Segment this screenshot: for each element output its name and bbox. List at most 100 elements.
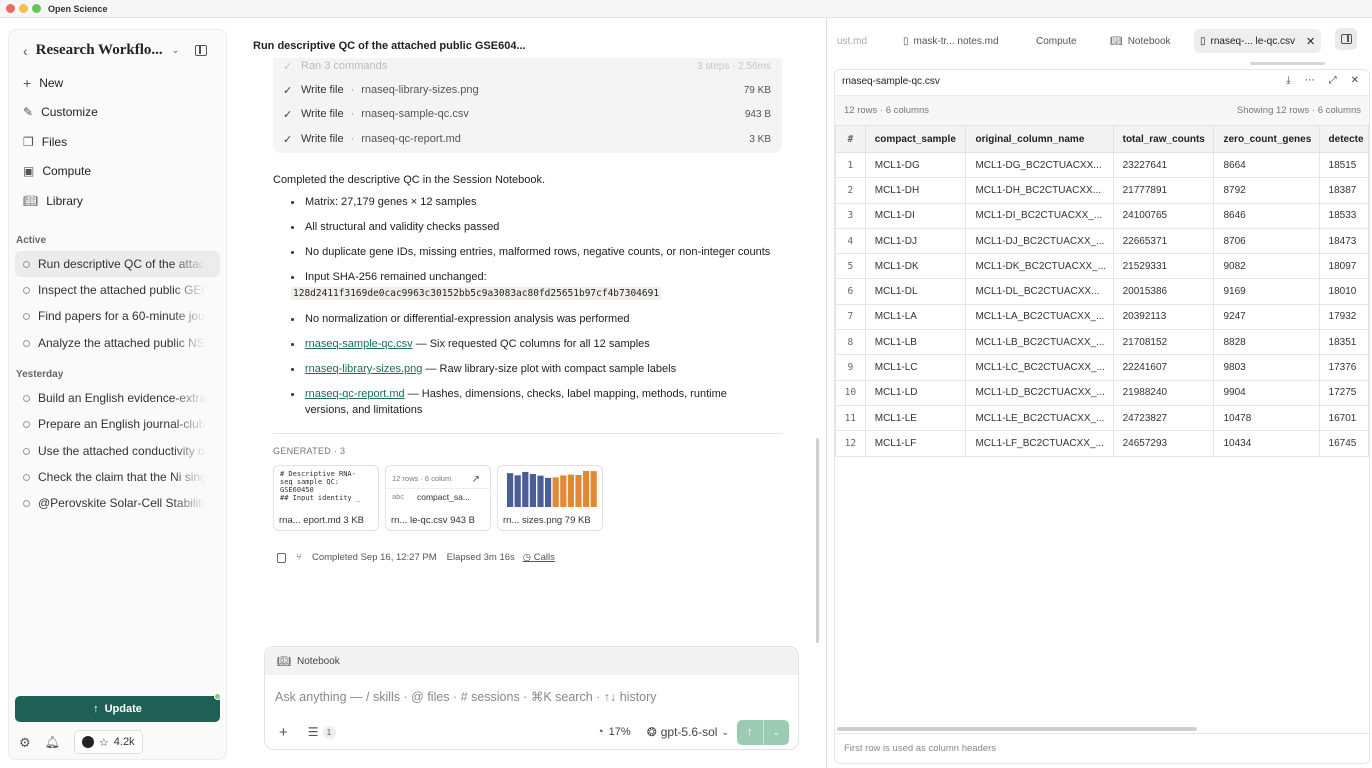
table-row[interactable]: 3 MCL1-DI MCL1-DI_BC2CTUACXX_... 24100765 86… <box>835 202 1369 229</box>
table-cell[interactable]: MCL1-DH_BC2CTUACXX... <box>965 177 1114 204</box>
zoom-window-button[interactable] <box>32 4 41 13</box>
table-cell[interactable]: 8792 <box>1213 177 1320 204</box>
nav-files[interactable]: ❐ Files <box>21 127 221 157</box>
table-cell[interactable]: MCL1-DG_BC2CTUACXX... <box>965 151 1114 179</box>
table-cell[interactable]: MCL1-DI_BC2CTUACXX_... <box>965 202 1114 229</box>
tab-compute[interactable]: Compute <box>1030 29 1083 53</box>
table-cell[interactable]: 9803 <box>1213 354 1320 381</box>
conversation-item[interactable]: Prepare an English journal-club summary <box>15 411 220 437</box>
row-number[interactable]: 1 <box>835 151 866 179</box>
table-row[interactable]: 5 MCL1-DK MCL1-DK_BC2CTUACXX_... 21529331 90… <box>835 253 1369 280</box>
write-file-row[interactable]: ✓ Write file · rnaseq-library-sizes.png … <box>283 78 771 102</box>
message-input[interactable]: Ask anything — / skills · @ files · # se… <box>275 689 657 704</box>
copy-icon[interactable] <box>277 552 286 563</box>
table-cell[interactable]: 24657293 <box>1112 430 1215 457</box>
table-cell[interactable]: MCL1-DH <box>864 177 967 204</box>
column-header[interactable]: # <box>835 125 866 153</box>
table-row[interactable]: 8 MCL1-LB MCL1-LB_BC2CTUACXX_... 21708152 88… <box>835 329 1369 356</box>
tab-notebook[interactable]: 📖︎ Notebook <box>1104 29 1177 53</box>
tab-mask-notes[interactable]: ▯ mask-tr... notes.md <box>897 29 1005 53</box>
table-cell[interactable]: 20392113 <box>1112 303 1215 331</box>
table-cell[interactable]: 24100765 <box>1112 202 1215 229</box>
tab-qc-csv[interactable]: ▯ rnaseq-... le-qc.csv ✕ <box>1194 29 1322 53</box>
column-header[interactable]: compact_sample <box>864 125 967 153</box>
conversation-item[interactable]: @Perovskite Solar-Cell Stability <box>15 490 220 516</box>
table-cell[interactable]: MCL1-DK <box>864 253 967 280</box>
close-window-button[interactable] <box>6 4 15 13</box>
table-cell[interactable]: MCL1-LE_BC2CTUACXX_... <box>965 404 1114 432</box>
table-cell[interactable]: 8664 <box>1213 151 1320 179</box>
table-cell[interactable]: 18473 <box>1318 227 1369 255</box>
back-icon[interactable]: ‹ <box>23 44 28 58</box>
expand-arrow-icon[interactable]: ↗ <box>472 474 480 485</box>
nav-new[interactable]: + New <box>21 68 221 98</box>
row-number[interactable]: 11 <box>835 404 866 432</box>
table-cell[interactable]: 23227641 <box>1112 151 1215 179</box>
table-cell[interactable]: MCL1-LD <box>864 379 967 406</box>
table-cell[interactable]: 18351 <box>1318 329 1369 356</box>
table-row[interactable]: 11 MCL1-LE MCL1-LE_BC2CTUACXX_... 24723827 1… <box>835 404 1369 432</box>
table-cell[interactable]: 18387 <box>1318 177 1369 204</box>
conversation-item[interactable]: Find papers for a 60-minute journal club <box>15 303 220 329</box>
expand-icon[interactable]: ⤢ <box>1329 75 1337 86</box>
nav-customize[interactable]: ✎ Customize <box>21 98 221 128</box>
chevron-down-icon[interactable]: ⌄ <box>172 46 180 55</box>
table-cell[interactable]: 18533 <box>1318 202 1369 229</box>
table-cell[interactable]: MCL1-DI <box>864 202 967 229</box>
nav-library[interactable]: 📖︎ Library <box>21 186 221 216</box>
table-cell[interactable]: 21529331 <box>1112 253 1215 280</box>
tab-ust-md[interactable]: ust.md <box>831 29 873 53</box>
close-icon[interactable]: ✕ <box>1351 75 1359 86</box>
table-row[interactable]: 7 MCL1-LA MCL1-LA_BC2CTUACXX_... 20392113 92… <box>835 303 1369 331</box>
table-cell[interactable]: 16701 <box>1318 404 1369 432</box>
row-number[interactable]: 8 <box>835 329 866 356</box>
table-cell[interactable]: MCL1-DG <box>864 151 967 179</box>
table-cell[interactable]: MCL1-LB <box>864 329 967 356</box>
row-number[interactable]: 3 <box>835 202 866 229</box>
table-cell[interactable]: 8646 <box>1213 202 1320 229</box>
table-cell[interactable]: MCL1-DJ_BC2CTUACXX_... <box>965 227 1114 255</box>
column-header[interactable]: total_raw_counts <box>1112 125 1215 153</box>
column-header[interactable]: original_column_name <box>965 125 1114 153</box>
table-cell[interactable]: 10434 <box>1213 430 1320 457</box>
table-cell[interactable]: MCL1-LA_BC2CTUACXX_... <box>965 303 1114 331</box>
table-cell[interactable]: 22665371 <box>1112 227 1215 255</box>
update-button[interactable]: ↑ Update <box>15 696 220 722</box>
table-cell[interactable]: MCL1-LA <box>864 303 967 331</box>
table-row[interactable]: 6 MCL1-DL MCL1-DL_BC2CTUACXX... 20015386 916… <box>835 278 1369 305</box>
table-cell[interactable]: 8828 <box>1213 329 1320 356</box>
row-number[interactable]: 5 <box>835 253 866 280</box>
conversation-item[interactable]: Use the attached conductivity data <box>15 438 220 464</box>
table-cell[interactable]: 9904 <box>1213 379 1320 406</box>
more-icon[interactable]: ⋯ <box>1305 75 1315 86</box>
table-cell[interactable]: MCL1-DL <box>864 278 967 305</box>
table-horizontal-scrollbar[interactable] <box>837 727 1197 731</box>
column-header[interactable]: zero_count_genes <box>1213 125 1320 153</box>
link-qc-report-md[interactable]: rnaseq-qc-report.md <box>305 388 405 400</box>
workspace-title[interactable]: Research Workflo... <box>36 42 164 59</box>
table-row[interactable]: 4 MCL1-DJ MCL1-DJ_BC2CTUACXX_... 22665371 87… <box>835 227 1369 255</box>
artifact-card-csv[interactable]: 12 rows · 6 colum ↗ abc compact_sa... rn… <box>385 465 491 531</box>
table-cell[interactable]: MCL1-LF_BC2CTUACXX_... <box>965 430 1114 457</box>
sidebar-toggle-icon[interactable] <box>195 45 208 56</box>
table-cell[interactable]: 9169 <box>1213 278 1320 305</box>
table-row[interactable]: 10 MCL1-LD MCL1-LD_BC2CTUACXX_... 21988240 9… <box>835 379 1369 406</box>
table-cell[interactable]: MCL1-DJ <box>864 227 967 255</box>
table-cell[interactable]: 18097 <box>1318 253 1369 280</box>
row-number[interactable]: 10 <box>835 379 866 406</box>
conversation-item[interactable]: Analyze the attached public NSCLC <box>15 330 220 356</box>
attach-plus-icon[interactable]: + <box>279 724 288 741</box>
table-cell[interactable]: MCL1-LE <box>864 404 967 432</box>
table-row[interactable]: 2 MCL1-DH MCL1-DH_BC2CTUACXX... 21777891 879… <box>835 177 1369 204</box>
ran-commands-row[interactable]: ✓ Ran 3 commands 3 steps · 2.56ms <box>283 58 771 78</box>
branch-icon[interactable]: ⑂ <box>296 552 302 563</box>
nav-compute[interactable]: ▣ Compute <box>21 157 221 187</box>
conversation-item[interactable]: Check the claim that the Ni single-atom <box>15 464 220 490</box>
row-number[interactable]: 12 <box>835 430 866 457</box>
link-sample-qc-csv[interactable]: rnaseq-sample-qc.csv <box>305 338 413 350</box>
table-cell[interactable]: 10478 <box>1213 404 1320 432</box>
table-cell[interactable]: 17932 <box>1318 303 1369 331</box>
context-usage[interactable]: ◔ 17% <box>597 726 631 738</box>
table-cell[interactable]: 8706 <box>1213 227 1320 255</box>
table-row[interactable]: 1 MCL1-DG MCL1-DG_BC2CTUACXX... 23227641 866… <box>835 151 1369 179</box>
